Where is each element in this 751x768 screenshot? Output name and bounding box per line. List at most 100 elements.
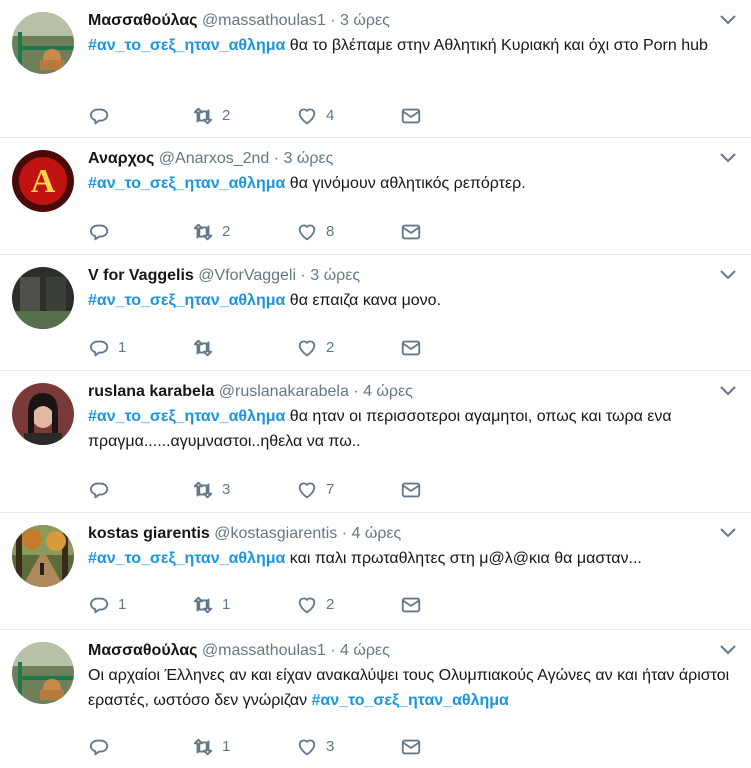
user-handle[interactable]: @kostasgiarentis bbox=[214, 525, 337, 542]
like-count: 8 bbox=[326, 223, 335, 240]
retweet-icon bbox=[193, 107, 213, 125]
chevron-down-icon[interactable] bbox=[719, 644, 737, 656]
like-button[interactable]: 2 bbox=[296, 336, 334, 360]
tweet-header: Μασσαθούλας @massathoulas1 · 3 ώρες bbox=[88, 10, 731, 32]
hashtag-link[interactable]: #αν_το_σεξ_ηταν_αθλημα bbox=[88, 37, 285, 54]
retweet-button[interactable]: 1 bbox=[192, 735, 230, 759]
tweet-actions: 1 1 2 bbox=[88, 593, 448, 617]
avatar[interactable] bbox=[12, 267, 74, 329]
display-name[interactable]: kostas giarentis bbox=[88, 525, 210, 542]
avatar[interactable] bbox=[12, 383, 74, 445]
tweet[interactable]: Μασσαθούλας @massathoulas1 · 3 ώρες #αν_… bbox=[0, 0, 751, 138]
tweet[interactable]: A Αναρχος @Anarxos_2nd · 3 ώρες #αν_το_σ… bbox=[0, 138, 751, 255]
envelope-icon bbox=[401, 597, 421, 613]
reply-icon bbox=[90, 482, 109, 499]
tweet-header: kostas giarentis @kostasgiarentis · 4 ώρ… bbox=[88, 523, 731, 545]
tweet-body: θα το βλέπαμε στην Αθλητική Κυριακή και … bbox=[285, 37, 708, 54]
reply-button[interactable] bbox=[88, 735, 118, 759]
like-button[interactable]: 8 bbox=[296, 220, 334, 244]
display-name[interactable]: ruslana karabela bbox=[88, 383, 214, 400]
reply-button[interactable]: 1 bbox=[88, 593, 126, 617]
like-count: 2 bbox=[326, 339, 335, 356]
chevron-down-icon[interactable] bbox=[719, 385, 737, 397]
tweet-text: Οι αρχαίοι Έλληνες αν και είχαν ανακαλύψ… bbox=[88, 663, 731, 713]
like-count: 3 bbox=[326, 738, 335, 755]
user-handle[interactable]: @massathoulas1 bbox=[202, 12, 326, 29]
avatar[interactable] bbox=[12, 12, 74, 74]
hashtag-link[interactable]: #αν_το_σεξ_ηταν_αθλημα bbox=[88, 175, 285, 192]
timestamp[interactable]: 4 ώρες bbox=[351, 525, 401, 542]
user-handle[interactable]: @VforVaggeli bbox=[198, 267, 296, 284]
reply-icon bbox=[90, 224, 109, 241]
hashtag-link[interactable]: #αν_το_σεξ_ηταν_αθλημα bbox=[88, 408, 285, 425]
hashtag-link[interactable]: #αν_το_σεξ_ηταν_αθλημα bbox=[312, 692, 509, 709]
separator: · bbox=[273, 150, 280, 167]
user-handle[interactable]: @massathoulas1 bbox=[202, 642, 326, 659]
message-button[interactable] bbox=[400, 735, 422, 759]
tweet-actions: 2 4 bbox=[88, 104, 448, 128]
tweet-header: Αναρχος @Anarxos_2nd · 3 ώρες bbox=[88, 148, 731, 170]
message-button[interactable] bbox=[400, 336, 422, 360]
retweet-button[interactable]: 1 bbox=[192, 593, 230, 617]
tweet-header: ruslana karabela @ruslanakarabela · 4 ώρ… bbox=[88, 381, 731, 403]
tweet-feed: Μασσαθούλας @massathoulas1 · 3 ώρες #αν_… bbox=[0, 0, 751, 768]
chevron-down-icon[interactable] bbox=[719, 527, 737, 539]
like-button[interactable]: 2 bbox=[296, 593, 334, 617]
reply-button[interactable] bbox=[88, 104, 118, 128]
like-button[interactable]: 7 bbox=[296, 478, 334, 502]
reply-button[interactable]: 1 bbox=[88, 336, 126, 360]
reply-button[interactable] bbox=[88, 478, 118, 502]
avatar[interactable] bbox=[12, 642, 74, 704]
display-name[interactable]: V for Vaggelis bbox=[88, 267, 194, 284]
separator: · bbox=[330, 12, 336, 29]
tweet-text: #αν_το_σεξ_ηταν_αθλημα θα γινόμουν αθλητ… bbox=[88, 171, 731, 196]
reply-icon bbox=[90, 340, 109, 357]
user-handle[interactable]: @ruslanakarabela bbox=[219, 383, 349, 400]
tweet-actions: 3 7 bbox=[88, 478, 448, 502]
timestamp[interactable]: 3 ώρες bbox=[284, 150, 334, 167]
hashtag-link[interactable]: #αν_το_σεξ_ηταν_αθλημα bbox=[88, 550, 285, 567]
display-name[interactable]: Αναρχος bbox=[88, 150, 154, 167]
separator: · bbox=[341, 525, 348, 542]
heart-icon bbox=[298, 340, 316, 357]
reply-button[interactable] bbox=[88, 220, 118, 244]
tweet-actions: 1 2 bbox=[88, 336, 448, 360]
like-count: 7 bbox=[326, 481, 335, 498]
retweet-button[interactable]: 3 bbox=[192, 478, 230, 502]
separator: · bbox=[300, 267, 306, 284]
chevron-down-icon[interactable] bbox=[719, 14, 737, 26]
retweet-button[interactable]: 2 bbox=[192, 220, 230, 244]
display-name[interactable]: Μασσαθούλας bbox=[88, 12, 197, 29]
like-button[interactable]: 3 bbox=[296, 735, 334, 759]
message-button[interactable] bbox=[400, 478, 422, 502]
tweet[interactable]: ruslana karabela @ruslanakarabela · 4 ώρ… bbox=[0, 371, 751, 513]
heart-icon bbox=[298, 739, 316, 756]
avatar[interactable]: A bbox=[12, 150, 74, 212]
tweet-text: #αν_το_σεξ_ηταν_αθλημα θα το βλέπαμε στη… bbox=[88, 33, 731, 58]
tweet[interactable]: Μασσαθούλας @massathoulas1 · 4 ώρες Οι α… bbox=[0, 630, 751, 768]
envelope-icon bbox=[401, 340, 421, 356]
retweet-icon bbox=[193, 481, 213, 499]
retweet-button[interactable] bbox=[192, 336, 222, 360]
retweet-icon bbox=[193, 738, 213, 756]
retweet-button[interactable]: 2 bbox=[192, 104, 230, 128]
display-name[interactable]: Μασσαθούλας bbox=[88, 642, 197, 659]
timestamp[interactable]: 3 ώρες bbox=[340, 12, 390, 29]
timestamp[interactable]: 4 ώρες bbox=[340, 642, 390, 659]
timestamp[interactable]: 4 ώρες bbox=[363, 383, 413, 400]
avatar[interactable] bbox=[12, 525, 74, 587]
message-button[interactable] bbox=[400, 593, 422, 617]
tweet[interactable]: V for Vaggelis @VforVaggeli · 3 ώρες #αν… bbox=[0, 255, 751, 371]
chevron-down-icon[interactable] bbox=[719, 152, 737, 164]
message-button[interactable] bbox=[400, 104, 422, 128]
chevron-down-icon[interactable] bbox=[719, 269, 737, 281]
tweet-actions: 1 3 bbox=[88, 735, 448, 759]
user-handle[interactable]: @Anarxos_2nd bbox=[159, 150, 270, 167]
tweet[interactable]: kostas giarentis @kostasgiarentis · 4 ώρ… bbox=[0, 513, 751, 630]
tweet-body: και παλι πρωταθλητες στη μ@λ@κια θα μαστ… bbox=[285, 550, 642, 567]
retweet-count: 1 bbox=[222, 738, 231, 755]
timestamp[interactable]: 3 ώρες bbox=[310, 267, 360, 284]
message-button[interactable] bbox=[400, 220, 422, 244]
like-button[interactable]: 4 bbox=[296, 104, 334, 128]
hashtag-link[interactable]: #αν_το_σεξ_ηταν_αθλημα bbox=[88, 292, 285, 309]
